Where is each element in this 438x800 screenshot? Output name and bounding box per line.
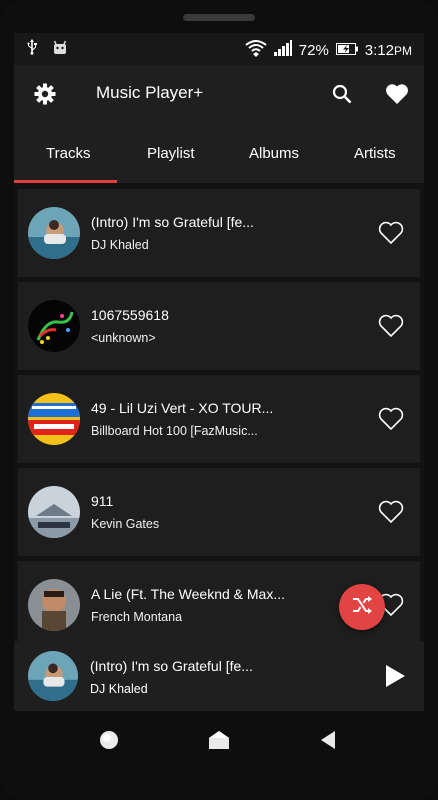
tab-albums[interactable]: Albums (249, 145, 299, 162)
tab-tracks[interactable]: Tracks (46, 145, 90, 162)
heart-outline-icon[interactable] (378, 221, 404, 245)
heart-filled-icon (385, 83, 409, 110)
app-title: Music Player+ (96, 83, 204, 102)
nav-circle-button[interactable] (99, 730, 119, 755)
system-nav-bar (0, 711, 438, 800)
tab-artists[interactable]: Artists (354, 145, 396, 162)
track-title: (Intro) I'm so Grateful [fe... (91, 214, 254, 230)
favorites-button[interactable] (385, 83, 409, 110)
battery-charging-icon (335, 42, 358, 59)
now-playing-bar[interactable]: (Intro) I'm so Grateful [fe... DJ Khaled (14, 643, 424, 711)
phone-frame: 72% 3:12PM Music Player+ Tracks Playlist… (0, 0, 438, 800)
status-time: 3:12PM (364, 41, 412, 59)
phone-speaker (183, 14, 255, 21)
app-bar: Music Player+ (14, 65, 424, 123)
wifi-icon (245, 39, 267, 61)
track-list: (Intro) I'm so Grateful [fe... DJ Khaled… (14, 183, 424, 641)
now-playing-title: (Intro) I'm so Grateful [fe... (90, 658, 253, 674)
track-title: A Lie (Ft. The Weeknd & Max... (91, 586, 286, 602)
battery-percent: 72% (298, 41, 329, 59)
nav-back-button[interactable] (319, 730, 337, 755)
album-art (28, 651, 78, 701)
album-art (28, 207, 80, 259)
track-row[interactable]: 911 Kevin Gates (18, 468, 420, 556)
home-circle-icon (99, 731, 119, 754)
nav-home-button[interactable] (208, 730, 230, 755)
screen: 72% 3:12PM Music Player+ Tracks Playlist… (14, 33, 424, 711)
album-art (28, 579, 80, 631)
track-artist: <unknown> (91, 331, 156, 345)
search-button[interactable] (332, 84, 352, 109)
track-row[interactable]: 1067559618 <unknown> (18, 282, 420, 370)
heart-outline-icon[interactable] (378, 500, 404, 524)
track-row[interactable]: 49 - Lil Uzi Vert - XO TOUR... Billboard… (18, 375, 420, 463)
search-icon (332, 84, 352, 109)
now-playing-artist: DJ Khaled (90, 682, 148, 696)
tab-playlist[interactable]: Playlist (147, 145, 195, 162)
back-icon (319, 731, 337, 754)
settings-button[interactable] (34, 83, 56, 110)
status-bar: 72% 3:12PM (14, 33, 424, 65)
shuffle-icon (351, 595, 373, 620)
play-button[interactable] (384, 664, 406, 693)
usb-icon (26, 39, 38, 60)
play-icon (384, 665, 406, 692)
track-artist: DJ Khaled (91, 238, 149, 252)
track-row[interactable]: (Intro) I'm so Grateful [fe... DJ Khaled (18, 189, 420, 277)
home-icon (208, 731, 230, 754)
heart-outline-icon[interactable] (378, 407, 404, 431)
track-title: 1067559618 (91, 307, 169, 323)
tab-bar: Tracks Playlist Albums Artists (14, 123, 424, 183)
shuffle-button[interactable] (339, 584, 385, 630)
track-title: 49 - Lil Uzi Vert - XO TOUR... (91, 400, 274, 416)
track-artist: Kevin Gates (91, 517, 160, 531)
track-artist: French Montana (91, 610, 183, 624)
signal-icon (273, 40, 292, 60)
android-debug-icon (52, 39, 68, 60)
album-art (28, 486, 80, 538)
track-artist: Billboard Hot 100 [FazMusic... (91, 424, 258, 438)
gear-icon (34, 83, 56, 110)
album-art (28, 393, 80, 445)
track-title: 911 (91, 493, 114, 509)
album-art (28, 300, 80, 352)
heart-outline-icon[interactable] (378, 314, 404, 338)
